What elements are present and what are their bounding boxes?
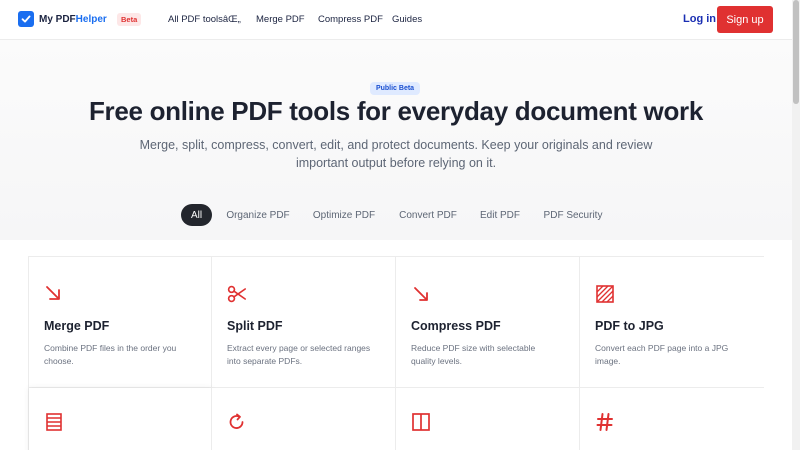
logo-text: My PDFHelper [39,14,107,25]
columns-icon [411,412,431,432]
list-document-icon [44,412,64,432]
top-navigation-bar: My PDFHelper Beta All PDF toolsâŒ„ Merge… [0,0,792,40]
public-beta-badge: Public Beta [370,82,420,95]
login-link[interactable]: Log in [683,13,716,25]
hero-subtitle: Merge, split, compress, convert, edit, a… [139,138,653,170]
logo-text-suffix: Helper [75,13,107,25]
tool-card-title: PDF to JPG [595,319,664,333]
tool-card-title: Split PDF [227,319,283,333]
tool-card-description: Extract every page or selected ranges in… [227,343,371,366]
filter-chip-optimize-pdf[interactable]: Optimize PDF [308,204,380,226]
tool-card-description: Convert each PDF page into a JPG image. [595,343,729,366]
filter-chip-convert-pdf[interactable]: Convert PDF [394,204,462,226]
tool-grid: Merge PDF Combine PDF files in the order… [28,256,764,450]
hatched-image-icon [595,284,615,304]
filter-chip-pdf-security[interactable]: PDF Security [538,204,608,226]
logo-link[interactable]: My PDFHelper [18,11,107,27]
nav-compress-pdf[interactable]: Compress PDF [318,14,383,25]
filter-chip-organize-pdf[interactable]: Organize PDF [222,204,294,226]
hash-icon [595,412,615,432]
page-title: Free online PDF tools for everyday docum… [88,96,704,126]
tool-card-title: Merge PDF [44,319,110,333]
tool-card-row2-1[interactable] [29,388,212,450]
tool-card-description: Reduce PDF size with selectable quality … [411,343,536,366]
filter-chip-all[interactable]: All [181,204,212,226]
scissors-icon [227,284,247,304]
tool-card-title: Compress PDF [411,319,501,333]
logo-text-prefix: My PDF [39,13,76,25]
tool-card-row2-2[interactable] [212,388,396,450]
rotate-icon [227,412,247,432]
compress-arrow-icon [411,284,431,304]
tool-card-compress-pdf[interactable]: Compress PDF Reduce PDF size with select… [396,257,580,388]
signup-button[interactable]: Sign up [717,6,773,33]
nav-guides[interactable]: Guides [392,14,422,25]
tool-card-row2-3[interactable] [396,388,580,450]
merge-arrow-icon [44,284,64,304]
logo-check-icon [18,11,34,27]
tool-card-pdf-to-jpg[interactable]: PDF to JPG Convert each PDF page into a … [580,257,764,388]
nav-all-pdf-tools-dropdown[interactable]: All PDF toolsâŒ„ [168,14,241,25]
tool-card-description: Combine PDF files in the order you choos… [44,343,177,366]
beta-badge: Beta [117,13,142,26]
tool-card-split-pdf[interactable]: Split PDF Extract every page or selected… [212,257,396,388]
nav-merge-pdf[interactable]: Merge PDF [256,14,305,25]
tool-card-merge-pdf[interactable]: Merge PDF Combine PDF files in the order… [29,257,212,388]
tool-card-row2-4[interactable] [580,388,764,450]
filter-chip-edit-pdf[interactable]: Edit PDF [476,204,524,226]
page-scrollbar-thumb[interactable] [793,0,799,104]
